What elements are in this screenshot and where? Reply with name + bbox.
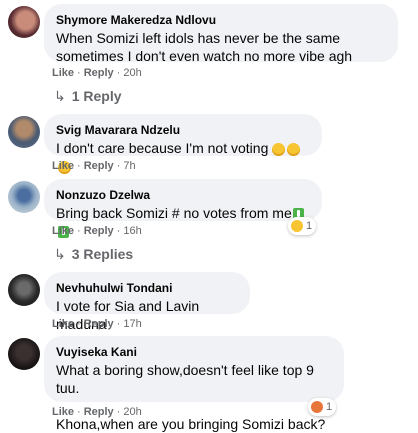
comment-author[interactable]: Svig Mavarara Ndzelu — [56, 122, 310, 138]
reply-button[interactable]: Reply — [84, 318, 114, 330]
reply-button[interactable]: Reply — [84, 406, 114, 418]
comment-actions: Like · Reply · 16h — [52, 225, 142, 237]
view-replies-link[interactable]: ↳ 1 Reply — [54, 87, 122, 105]
timestamp[interactable]: 7h — [123, 160, 135, 172]
avatar[interactable] — [8, 116, 40, 148]
reaction-count[interactable]: 1 — [288, 217, 317, 235]
avatar[interactable] — [8, 181, 40, 213]
sleepy-face-emoji-icon — [287, 142, 301, 156]
like-button[interactable]: Like — [52, 160, 74, 172]
avatar[interactable] — [8, 6, 40, 38]
angry-reaction-icon — [311, 401, 323, 413]
view-replies-link[interactable]: ↳ 3 Replies — [54, 245, 133, 263]
like-button[interactable]: Like — [52, 225, 74, 237]
like-button[interactable]: Like — [52, 406, 74, 418]
comment-bubble: Vuyiseka Kani What a boring show,doesn't… — [44, 336, 344, 432]
comment-bubble: Nonzuzo Dzelwa Bring back Somizi # no vo… — [44, 179, 322, 239]
timestamp[interactable]: 20h — [123, 406, 141, 418]
comment-author[interactable]: Nonzuzo Dzelwa — [56, 187, 310, 203]
comment-bubble: Shymore Makeredza Ndlovu When Somizi lef… — [44, 4, 398, 64]
comment-bubble: Svig Mavarara Ndzelu I don't care becaus… — [44, 114, 322, 174]
reply-arrow-icon: ↳ — [54, 88, 66, 104]
comment-bubble: Nevhuhulwi Tondani I vote for Sia and La… — [44, 272, 250, 332]
sleepy-face-emoji-icon — [272, 142, 286, 156]
reply-button[interactable]: Reply — [84, 225, 114, 237]
comment-actions: Like · Reply · 17h — [52, 318, 142, 330]
comment-author[interactable]: Shymore Makeredza Ndlovu — [56, 12, 386, 28]
comment-actions: Like · Reply · 20h — [52, 406, 142, 418]
timestamp[interactable]: 20h — [123, 67, 141, 79]
timestamp[interactable]: 17h — [123, 318, 141, 330]
haha-reaction-icon — [291, 220, 303, 232]
comment-author[interactable]: Vuyiseka Kani — [56, 344, 332, 360]
reply-arrow-icon: ↳ — [54, 246, 66, 262]
avatar[interactable] — [8, 274, 40, 306]
comment-actions: Like · Reply · 20h — [52, 67, 142, 79]
reaction-count[interactable]: 1 — [308, 398, 337, 416]
like-button[interactable]: Like — [52, 67, 74, 79]
reply-button[interactable]: Reply — [84, 160, 114, 172]
avatar[interactable] — [8, 338, 40, 370]
timestamp[interactable]: 16h — [123, 225, 141, 237]
like-button[interactable]: Like — [52, 318, 74, 330]
comment-actions: Like · Reply · 7h — [52, 160, 136, 172]
comment-text: When Somizi left idols has never be the … — [56, 30, 353, 64]
reply-button[interactable]: Reply — [84, 67, 114, 79]
comment-author[interactable]: Nevhuhulwi Tondani — [56, 280, 238, 296]
comment-text: What a boring show,doesn't feel like top… — [56, 362, 326, 432]
